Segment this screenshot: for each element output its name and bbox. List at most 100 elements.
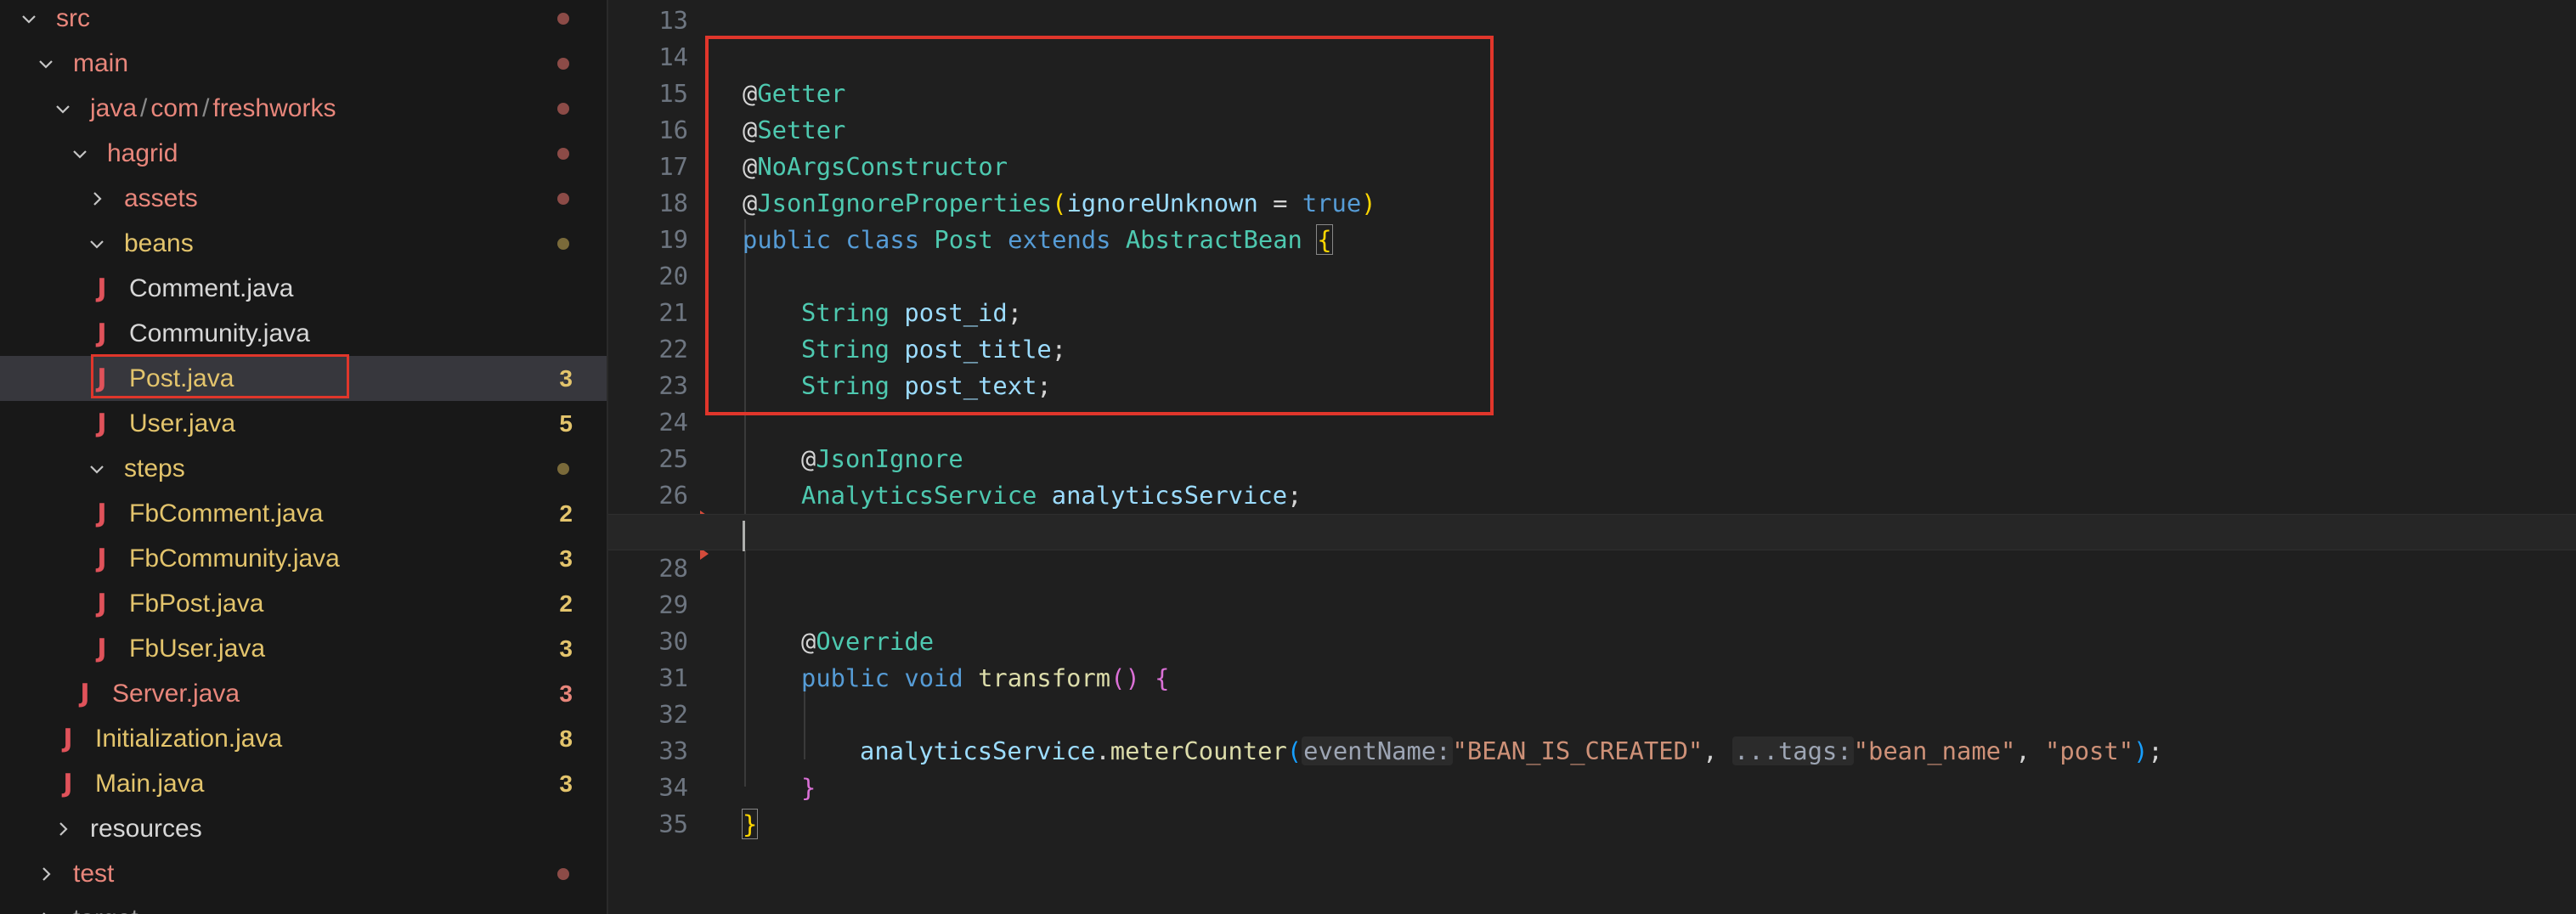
tree-item[interactable]: J FbComment.java 2 <box>0 491 607 536</box>
code-line-17[interactable]: @JsonIgnoreProperties(ignoreUnknown = tr… <box>608 149 2576 217</box>
java-file-icon: J <box>97 589 107 618</box>
tree-item-label: FbCommunity.java <box>129 544 340 573</box>
problem-count-badge: 2 <box>559 499 573 527</box>
problem-count-badge: 3 <box>559 680 573 707</box>
tree-item[interactable]: J FbUser.java 3 <box>0 626 607 671</box>
tree-item-label: steps <box>124 454 185 482</box>
field-type: AnalyticsService <box>801 481 1037 510</box>
semicolon: ; <box>1037 371 1052 400</box>
code-line-25[interactable]: AnalyticsService analyticsService; <box>608 441 2576 510</box>
git-status-dot <box>557 462 569 475</box>
tree-item[interactable]: beans <box>0 221 607 266</box>
chevron-down-icon <box>88 235 105 252</box>
git-status-dot <box>557 192 569 205</box>
tree-item-label: User.java <box>129 409 236 437</box>
problem-count-badge: 3 <box>559 544 573 572</box>
tree-item[interactable]: J Community.java <box>0 311 607 356</box>
chevron-right-icon <box>37 866 54 883</box>
chevron-down-icon <box>71 145 88 162</box>
java-file-icon: J <box>63 769 73 798</box>
git-status-dot <box>557 102 569 115</box>
problem-count-badge: 3 <box>559 770 573 797</box>
code-line-21[interactable]: String post_title; <box>608 295 2576 364</box>
path-separator: / <box>202 93 210 122</box>
tree-item[interactable]: assets <box>0 176 607 221</box>
field-name: post_text <box>904 371 1037 400</box>
code-line-24[interactable]: @JsonIgnore <box>608 404 2576 473</box>
tree-item-label: beans <box>124 228 194 257</box>
code-line-22[interactable]: String post_text; <box>608 331 2576 400</box>
chevron-down-icon <box>20 10 37 27</box>
code-line-16[interactable]: @NoArgsConstructor <box>608 112 2576 181</box>
code-line-18[interactable]: public class Post extends AbstractBean { <box>608 185 2576 255</box>
tree-item[interactable]: main <box>0 41 607 86</box>
tree-item-label: test <box>73 859 115 888</box>
chevron-down-icon <box>37 55 54 72</box>
tree-item[interactable]: J User.java 5 <box>0 401 607 446</box>
git-status-dot <box>557 147 569 160</box>
tree-item-label: FbComment.java <box>129 499 324 528</box>
tree-item[interactable]: resources <box>0 806 607 851</box>
tree-item-label: Initialization.java <box>95 724 283 753</box>
code-line-33[interactable]: } <box>608 733 2576 802</box>
code-line-32[interactable]: analyticsService.meterCounter(eventName:… <box>608 697 2576 765</box>
problem-count-badge: 3 <box>559 635 573 662</box>
java-file-icon: J <box>97 634 107 663</box>
code-line-20[interactable]: String post_id; <box>608 258 2576 327</box>
code-line-27-current[interactable] <box>608 514 2576 550</box>
base-class-name: AbstractBean <box>1125 225 1302 254</box>
code-editor[interactable]: 1314151617181920212223242526272829303132… <box>608 0 2576 914</box>
gutter-row: 13 <box>608 3 702 39</box>
tree-item[interactable]: J Comment.java <box>0 266 607 311</box>
tree-item[interactable]: java / com / freshworks <box>0 86 607 131</box>
git-status-dot <box>557 237 569 250</box>
field-type: String <box>801 371 890 400</box>
method-brace-open: { <box>1155 663 1170 692</box>
tree-item-label: Main.java <box>95 769 205 798</box>
keyword-public: public <box>801 663 890 692</box>
tree-item-label: FbUser.java <box>129 634 266 663</box>
gutter-row: 28 <box>608 550 702 587</box>
path-separator: / <box>140 93 148 122</box>
tree-item[interactable]: J Server.java 3 <box>0 671 607 716</box>
code-line-34[interactable]: } <box>608 770 2576 839</box>
tree-item-label: main <box>73 48 129 77</box>
path-segment: freshworks <box>212 93 336 122</box>
java-file-icon: J <box>97 409 107 438</box>
tree-item[interactable]: src <box>0 0 607 41</box>
code-line-15[interactable]: @Setter <box>608 76 2576 144</box>
code-line-14[interactable]: @Getter <box>608 39 2576 108</box>
tree-item[interactable]: hagrid <box>0 131 607 176</box>
tree-item[interactable]: steps <box>0 446 607 491</box>
keyword-extends: extends <box>1008 225 1111 254</box>
code-line-30[interactable]: public void transform() { <box>608 623 2576 692</box>
chevron-right-icon <box>37 911 54 914</box>
tree-item-label: resources <box>90 814 202 843</box>
git-status-dot <box>557 867 569 880</box>
text-cursor <box>743 521 745 551</box>
tree-item-label: Community.java <box>129 319 310 347</box>
tree-item-label: Post.java <box>129 364 234 392</box>
java-file-icon: J <box>80 679 90 708</box>
code-line-29[interactable]: @Override <box>608 587 2576 656</box>
tree-item-label: hagrid <box>107 138 178 167</box>
chevron-right-icon <box>54 821 71 838</box>
problem-count-badge: 5 <box>559 409 573 437</box>
path-segment: java <box>90 93 138 122</box>
tree-item[interactable]: J Main.java 3 <box>0 761 607 806</box>
java-file-icon: J <box>97 544 107 573</box>
java-file-icon: J <box>63 724 73 753</box>
tree-item[interactable]: J FbPost.java 2 <box>0 581 607 626</box>
tree-item-label: Server.java <box>112 679 240 708</box>
class-name: Post <box>934 225 993 254</box>
tree-item[interactable]: test <box>0 851 607 896</box>
tree-item[interactable]: J Post.java 3 <box>0 356 607 401</box>
java-file-icon: J <box>97 499 107 528</box>
tree-item[interactable]: J Initialization.java 8 <box>0 716 607 761</box>
problem-count-badge: 3 <box>559 364 573 392</box>
java-file-icon: J <box>97 364 107 393</box>
chevron-right-icon <box>88 190 105 207</box>
tree-item[interactable]: J FbCommunity.java 3 <box>0 536 607 581</box>
tree-item[interactable]: target <box>0 896 607 914</box>
problem-count-badge: 2 <box>559 590 573 617</box>
